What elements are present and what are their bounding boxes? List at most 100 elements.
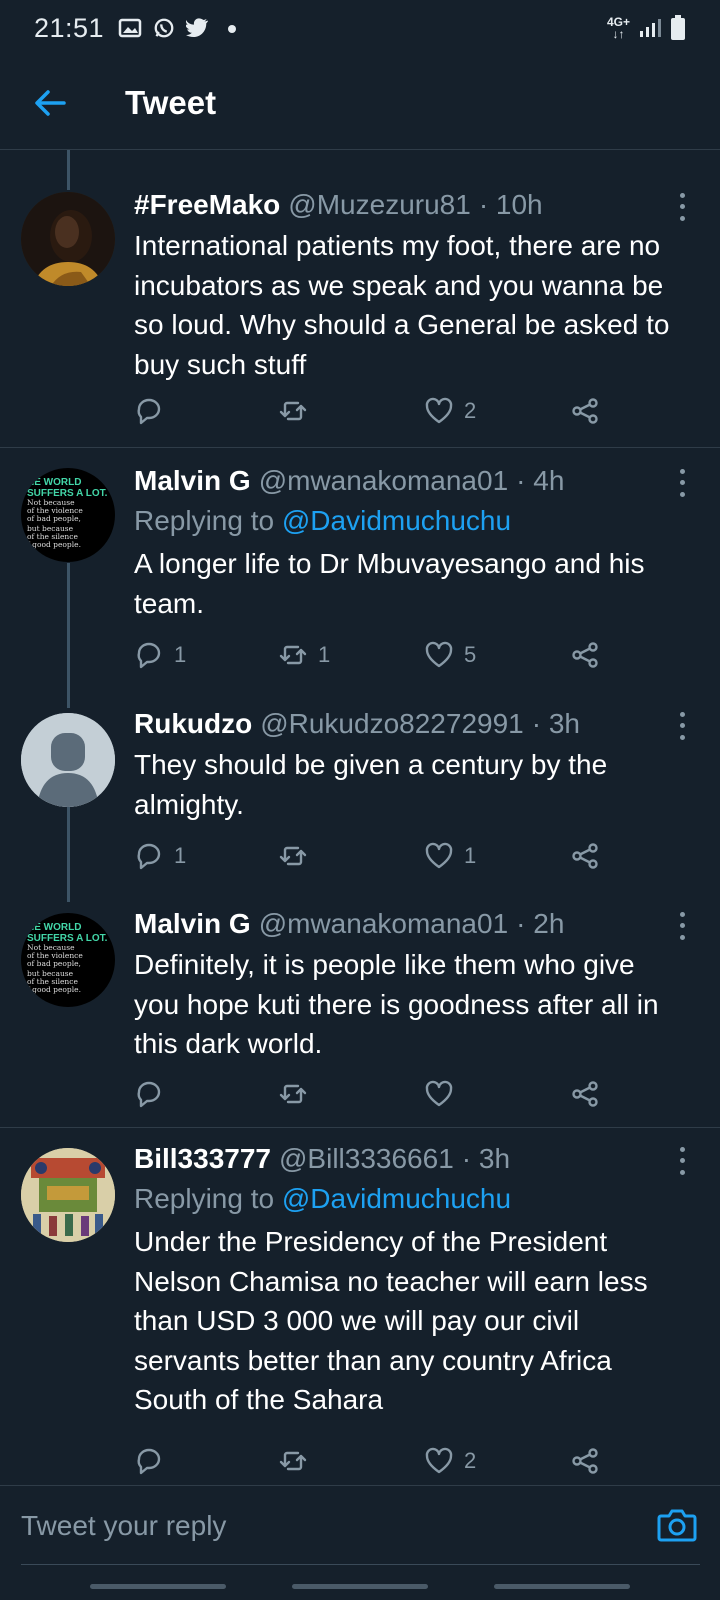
tweet[interactable]: Rukudzo @Rukudzo82272991 · 3h They shoul…	[0, 693, 720, 893]
share-button[interactable]	[570, 396, 600, 426]
like-count: 2	[464, 1448, 477, 1473]
handle[interactable]: @Muzezuru81	[288, 186, 471, 224]
tweet[interactable]: HE WORLD SUFFERS A LOT. Not because of t…	[0, 448, 720, 693]
avatar-quote-image: HE WORLD SUFFERS A LOT. Not because of t…	[27, 922, 108, 994]
timestamp: · 3h	[531, 708, 580, 739]
retweet-button[interactable]	[278, 1079, 318, 1109]
more-options-button[interactable]	[672, 190, 692, 224]
handle[interactable]: @Bill3336661	[279, 1140, 454, 1178]
timestamp: · 4h	[516, 465, 565, 496]
reply-icon	[137, 1081, 161, 1108]
retweet-button[interactable]	[278, 396, 318, 426]
tweet-text: They should be given a century by the al…	[134, 749, 608, 820]
timestamp: · 3h	[461, 1143, 511, 1174]
more-options-button[interactable]	[672, 466, 692, 500]
nav-recents-indicator[interactable]	[90, 1584, 226, 1589]
tweet[interactable]: HE WORLD SUFFERS A LOT. Not because of t…	[0, 893, 720, 1128]
more-options-button[interactable]	[672, 709, 692, 743]
retweet-icon	[279, 1084, 307, 1104]
mention-link[interactable]: @Davidmuchuchu	[282, 1183, 511, 1214]
share-button[interactable]	[570, 1079, 600, 1109]
notification-icons	[118, 17, 244, 39]
nav-back-indicator[interactable]	[494, 1584, 630, 1589]
display-name[interactable]: Malvin G	[134, 905, 251, 943]
reply-icon	[137, 1448, 161, 1475]
retweet-icon	[279, 645, 307, 665]
reply-icon	[137, 398, 161, 425]
share-button[interactable]	[570, 1446, 600, 1476]
reply-button[interactable]	[134, 396, 174, 426]
tweet-actions: 2	[134, 396, 614, 432]
share-icon	[572, 1448, 598, 1474]
timestamp: · 10h	[478, 189, 543, 220]
display-name[interactable]: Rukudzo	[134, 705, 252, 743]
reply-button[interactable]	[134, 1446, 174, 1476]
like-button[interactable]: 2	[424, 396, 476, 426]
handle[interactable]: @mwanakomana01	[259, 905, 508, 943]
reply-composer	[0, 1485, 720, 1566]
twitter-icon	[186, 18, 209, 38]
tweet-actions: 1 1 5	[134, 640, 614, 676]
display-name[interactable]: Malvin G	[134, 462, 251, 500]
gallery-icon	[118, 18, 142, 38]
avatar[interactable]: HE WORLD SUFFERS A LOT. Not because of t…	[21, 468, 115, 562]
more-options-button[interactable]	[672, 1144, 692, 1178]
retweet-button[interactable]	[278, 841, 318, 871]
avatar[interactable]: HE WORLD SUFFERS A LOT. Not because of t…	[21, 913, 115, 1007]
reply-button[interactable]	[134, 1079, 174, 1109]
tweet[interactable]: Bill333777 @Bill3336661 · 3h Replying to…	[0, 1128, 720, 1485]
avatar[interactable]	[21, 192, 115, 286]
network-arrows: ↓↑	[612, 27, 625, 41]
battery-icon	[671, 15, 685, 40]
retweet-button[interactable]: 1	[278, 640, 330, 670]
camera-button[interactable]	[656, 1504, 698, 1546]
mention-link[interactable]: @Davidmuchuchu	[282, 505, 511, 536]
tweet-text: Definitely, it is people like them who g…	[134, 949, 659, 1059]
reply-button[interactable]: 1	[134, 841, 186, 871]
display-name[interactable]: Bill333777	[134, 1140, 271, 1178]
tweet-header: Bill333777 @Bill3336661 · 3h	[134, 1140, 680, 1178]
status-time: 21:51	[34, 12, 105, 43]
like-button[interactable]: 5	[424, 640, 476, 670]
status-right: 4G+ ↓↑	[607, 15, 686, 41]
share-button[interactable]	[570, 841, 600, 871]
retweet-icon	[279, 846, 307, 866]
like-button[interactable]: 1	[424, 841, 476, 871]
reply-input[interactable]	[21, 1496, 631, 1556]
handle[interactable]: @mwanakomana01	[259, 462, 508, 500]
replying-to: Replying to @Davidmuchuchu	[134, 1178, 680, 1220]
share-button[interactable]	[570, 640, 600, 670]
back-button[interactable]	[0, 56, 100, 150]
retweet-button[interactable]	[278, 1446, 318, 1476]
reply-icon	[137, 843, 161, 870]
tweet-thread[interactable]: #FreeMako @Muzezuru81 · 10h Internationa…	[0, 150, 720, 1485]
retweet-count: 1	[318, 642, 331, 667]
avatar[interactable]	[21, 1148, 115, 1242]
avatar[interactable]	[21, 713, 115, 807]
replying-label: Replying to	[134, 505, 275, 536]
like-button[interactable]: 2	[424, 1446, 476, 1476]
retweet-icon	[279, 1451, 307, 1471]
replying-to: Replying to @Davidmuchuchu	[134, 500, 680, 542]
nav-home-indicator[interactable]	[292, 1584, 428, 1589]
reply-button[interactable]: 1	[134, 640, 186, 670]
arrow-left-icon	[35, 89, 66, 116]
page-title: Tweet	[125, 83, 217, 121]
dot-icon	[228, 25, 237, 33]
more-options-button[interactable]	[672, 909, 692, 943]
handle[interactable]: @Rukudzo82272991	[260, 705, 524, 743]
tweet-header: Malvin G @mwanakomana01 · 2h	[134, 905, 680, 943]
reply-count: 1	[174, 843, 187, 868]
display-name[interactable]: #FreeMako	[134, 186, 280, 224]
like-count: 1	[464, 843, 477, 868]
retweet-icon	[279, 401, 307, 421]
tweet-text: A longer life to Dr Mbuvayesango and his…	[134, 548, 645, 619]
tweet-actions	[134, 1079, 614, 1115]
like-button[interactable]	[424, 1079, 464, 1109]
tweet[interactable]: #FreeMako @Muzezuru81 · 10h Internationa…	[0, 150, 720, 448]
status-bar: 21:51 4G+ ↓↑	[0, 0, 720, 56]
avatar-photo	[21, 192, 115, 286]
tweet-header: #FreeMako @Muzezuru81 · 10h	[134, 186, 680, 224]
tweet-actions: 1 1	[134, 841, 614, 877]
heart-icon	[425, 1080, 453, 1107]
